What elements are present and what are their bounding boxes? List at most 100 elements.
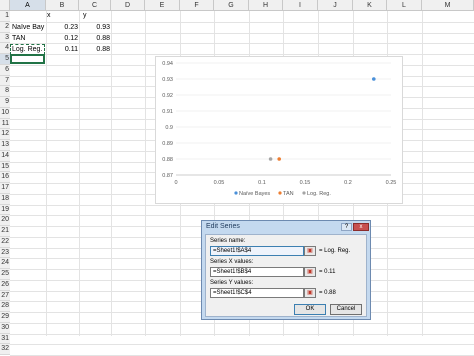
data-point (372, 77, 376, 81)
cell-a3[interactable]: TAN (12, 34, 46, 44)
legend-marker (278, 191, 282, 195)
legend-entry: Naïve Bayes (239, 191, 270, 197)
series-x-result: = 0.11 (319, 269, 336, 275)
x-tick-label: 0.25 (386, 180, 397, 186)
row-header-12[interactable]: 12 (0, 129, 10, 140)
row-header-27[interactable]: 27 (0, 290, 10, 302)
row-header-22[interactable]: 22 (0, 236, 10, 248)
x-tick-label: 0.05 (214, 180, 225, 186)
column-gridline (145, 11, 146, 336)
cell-c2[interactable]: 0.93 (79, 23, 110, 33)
column-header-i[interactable]: I (283, 0, 318, 11)
row-header-10[interactable]: 10 (0, 107, 10, 119)
column-header-k[interactable]: K (353, 0, 387, 11)
column-header-e[interactable]: E (145, 0, 180, 11)
column-header-a[interactable]: A (10, 0, 46, 11)
column-gridline (79, 11, 80, 336)
row-header-16[interactable]: 16 (0, 172, 10, 183)
collapse-dialog-icon[interactable]: ▣ (304, 267, 316, 277)
column-header-d[interactable]: D (111, 0, 145, 11)
row-header-3[interactable]: 3 (0, 32, 10, 44)
row-header-28[interactable]: 28 (0, 301, 10, 312)
row-header-5[interactable]: 5 (0, 54, 10, 65)
row-header-30[interactable]: 30 (0, 322, 10, 334)
series-x-input[interactable]: =Sheet1!$B$4 (210, 267, 304, 277)
legend-entry: Log. Reg. (307, 191, 331, 197)
row-header-19[interactable]: 19 (0, 204, 10, 216)
row-header-13[interactable]: 13 (0, 140, 10, 151)
row-header-9[interactable]: 9 (0, 97, 10, 108)
column-gridline (422, 11, 423, 336)
row-gridline (10, 344, 474, 346)
collapse-dialog-icon[interactable]: ▣ (304, 246, 316, 256)
series-name-input[interactable]: =Sheet1!$A$4 (210, 246, 304, 256)
column-header-g[interactable]: G (214, 0, 249, 11)
cell-c3[interactable]: 0.88 (79, 34, 110, 44)
y-tick-label: 0.94 (162, 61, 173, 67)
row-header-4[interactable]: 4 (0, 43, 10, 54)
column-gridline (46, 11, 47, 336)
row-header-2[interactable]: 2 (0, 21, 10, 33)
column-headers: ABCDEFGHIJKLM (0, 0, 474, 12)
cell-b2[interactable]: 0.23 (46, 23, 78, 33)
cancel-button[interactable]: Cancel (330, 304, 362, 315)
row-header-7[interactable]: 7 (0, 75, 10, 87)
x-tick-label: 0.1 (258, 180, 266, 186)
x-tick-label: 0.2 (344, 180, 352, 186)
row-header-31[interactable]: 31 (0, 333, 10, 345)
column-header-j[interactable]: J (318, 0, 353, 11)
row-header-25[interactable]: 25 (0, 269, 10, 280)
series-y-label: Series Y values: (210, 280, 254, 286)
help-button[interactable]: ? (341, 223, 352, 231)
series-y-input[interactable]: =Sheet1!$C$4 (210, 288, 304, 298)
series-x-label: Series X values: (210, 259, 254, 265)
row-header-21[interactable]: 21 (0, 226, 10, 237)
ok-button[interactable]: OK (294, 304, 326, 315)
series-y-result: = 0.88 (319, 290, 336, 296)
row-header-6[interactable]: 6 (0, 64, 10, 76)
row-header-18[interactable]: 18 (0, 193, 10, 205)
cell-a2[interactable]: Naïve Bay (12, 23, 46, 33)
column-header-c[interactable]: C (79, 0, 111, 11)
column-gridline (111, 11, 112, 336)
chart-svg: 0.87 0.88 0.89 0.9 0.91 0.92 0.93 0.94 0 0.05 0.1 0… (162, 61, 397, 197)
row-header-1[interactable]: 1 (0, 11, 10, 22)
column-header-l[interactable]: L (387, 0, 422, 11)
y-tick-label: 0.91 (162, 109, 173, 115)
series-name-label: Series name: (210, 238, 246, 244)
active-cell-a5[interactable] (10, 54, 45, 64)
y-tick-label: 0.9 (165, 125, 173, 131)
column-header-f[interactable]: F (180, 0, 214, 11)
row-header-24[interactable]: 24 (0, 258, 10, 269)
row-header-14[interactable]: 14 (0, 150, 10, 162)
row-header-26[interactable]: 26 (0, 279, 10, 291)
x-tick-label: 0 (174, 180, 177, 186)
row-header-8[interactable]: 8 (0, 86, 10, 97)
cell-b4[interactable]: 0.11 (46, 45, 78, 55)
y-tick-label: 0.89 (162, 141, 173, 147)
column-header-m[interactable]: M (422, 0, 474, 11)
row-header-11[interactable]: 11 (0, 118, 10, 130)
row-header-32[interactable]: 32 (0, 344, 10, 355)
cell-b1[interactable]: x (47, 11, 55, 21)
cell-c1[interactable]: y (83, 11, 91, 21)
cell-b3[interactable]: 0.12 (46, 34, 78, 44)
row-header-15[interactable]: 15 (0, 161, 10, 173)
legend-marker (302, 191, 306, 195)
legend-entry: TAN (283, 191, 294, 197)
scatter-chart[interactable]: 0.87 0.88 0.89 0.9 0.91 0.92 0.93 0.94 0 0.05 0.1 0… (155, 56, 403, 204)
data-point (277, 157, 281, 161)
row-header-17[interactable]: 17 (0, 183, 10, 194)
cell-c4[interactable]: 0.88 (79, 45, 110, 55)
collapse-dialog-icon[interactable]: ▣ (304, 288, 316, 298)
series-name-result: = Log. Reg. (319, 248, 351, 254)
y-tick-label: 0.92 (162, 93, 173, 99)
column-header-h[interactable]: H (249, 0, 283, 11)
y-tick-label: 0.87 (162, 173, 173, 179)
y-tick-label: 0.93 (162, 77, 173, 83)
close-button[interactable]: x (353, 223, 369, 231)
row-header-23[interactable]: 23 (0, 247, 10, 259)
row-header-20[interactable]: 20 (0, 215, 10, 226)
column-header-b[interactable]: B (46, 0, 79, 11)
row-header-29[interactable]: 29 (0, 312, 10, 323)
